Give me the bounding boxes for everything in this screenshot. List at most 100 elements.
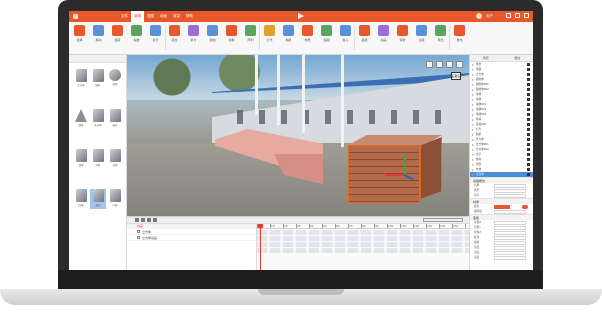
property-input[interactable] — [494, 184, 526, 188]
ribbon-tool-button[interactable]: 选择 — [73, 25, 86, 49]
expand-arrow-icon[interactable] — [472, 158, 474, 161]
asset-item[interactable]: 球体 — [107, 69, 123, 89]
asset-item[interactable]: 板材 — [90, 189, 106, 209]
close-icon[interactable] — [524, 13, 529, 18]
user-area[interactable]: 用户 — [476, 13, 493, 19]
expand-arrow-icon[interactable] — [472, 168, 474, 171]
ribbon-tool-button[interactable]: 材质 — [301, 25, 314, 49]
property-input[interactable] — [494, 251, 526, 255]
ribbon-tool-button[interactable]: 旋转 — [111, 25, 124, 49]
visibility-icon[interactable] — [527, 98, 530, 101]
ribbon-tool-button[interactable]: 复制 — [206, 25, 219, 49]
visibility-icon[interactable] — [527, 73, 530, 76]
expand-arrow-icon[interactable] — [472, 108, 474, 111]
gizmo-y-axis[interactable] — [404, 155, 406, 175]
asset-item[interactable]: 砖墙 — [73, 189, 89, 209]
visibility-icon[interactable] — [527, 173, 530, 176]
timeline-track[interactable] — [257, 236, 469, 241]
playhead[interactable] — [258, 224, 263, 270]
asset-item[interactable]: 墙体 — [73, 149, 89, 169]
next-frame-icon[interactable] — [147, 218, 151, 222]
ribbon-tool-button[interactable]: 阵列 — [244, 25, 257, 49]
menu-tab[interactable]: 动画 — [157, 11, 170, 22]
ribbon-tool-button[interactable]: 粒子 — [339, 25, 352, 49]
asset-item[interactable]: 棱柱 — [107, 109, 123, 129]
visibility-icon[interactable] — [527, 103, 530, 106]
visibility-icon[interactable] — [527, 123, 530, 126]
timeline-tracks[interactable]: 0 10 20 30 40 50 60 70 80 90 100 110 120 130 140 150 — [257, 224, 469, 270]
expand-arrow-icon[interactable] — [472, 68, 474, 71]
property-input[interactable] — [494, 226, 526, 230]
play-timeline-icon[interactable] — [141, 218, 145, 222]
ribbon-tool-button[interactable]: 缩放 — [130, 25, 143, 49]
asset-item[interactable]: 台阶 — [90, 149, 106, 169]
ribbon-tool-button[interactable]: 渲染 — [415, 25, 428, 49]
expand-arrow-icon[interactable] — [472, 93, 474, 96]
avatar[interactable] — [476, 13, 482, 19]
expand-arrow-icon[interactable] — [472, 98, 474, 101]
ribbon-tool-button[interactable]: 对齐 — [149, 25, 162, 49]
expand-arrow-icon[interactable] — [472, 73, 474, 76]
expand-arrow-icon[interactable] — [472, 113, 474, 116]
expand-arrow-icon[interactable] — [472, 173, 474, 176]
play-icon[interactable] — [298, 13, 304, 19]
visibility-icon[interactable] — [527, 63, 530, 66]
property-input[interactable] — [494, 231, 526, 235]
property-input[interactable] — [494, 194, 526, 198]
property-input[interactable] — [494, 241, 526, 245]
expand-arrow-icon[interactable] — [472, 78, 474, 81]
timeline-zoom-slider[interactable] — [423, 218, 463, 222]
move-icon[interactable] — [426, 61, 433, 68]
visibility-icon[interactable] — [527, 153, 530, 156]
visibility-icon[interactable] — [527, 163, 530, 166]
property-input[interactable] — [494, 246, 526, 250]
expand-arrow-icon[interactable] — [472, 138, 474, 141]
property-input[interactable] — [494, 256, 526, 260]
asset-item[interactable]: 立方体 — [73, 69, 89, 89]
menu-tab[interactable]: 帮助 — [183, 11, 196, 22]
timeline-track[interactable] — [257, 230, 469, 235]
asset-item[interactable]: 柱体 — [107, 149, 123, 169]
camera-icon[interactable] — [456, 61, 463, 68]
scene-tree-item[interactable]: 立方体 — [470, 172, 533, 177]
minimize-icon[interactable] — [506, 13, 511, 18]
brick-cube-model[interactable] — [348, 145, 420, 203]
ribbon-tool-button[interactable]: 特效 — [396, 25, 409, 49]
toggle-switch[interactable] — [522, 205, 528, 209]
expand-arrow-icon[interactable] — [472, 143, 474, 146]
timeline-track[interactable] — [257, 248, 469, 253]
expand-arrow-icon[interactable] — [472, 133, 474, 136]
rotate-icon[interactable] — [436, 61, 443, 68]
property-input[interactable] — [494, 210, 526, 214]
visibility-icon[interactable] — [527, 78, 530, 81]
asset-item[interactable]: 圆柱 — [90, 69, 106, 89]
property-input[interactable] — [494, 189, 526, 193]
panel-tab[interactable]: 属性 — [502, 55, 534, 61]
visibility-icon[interactable] — [527, 88, 530, 91]
expand-arrow-icon[interactable] — [472, 153, 474, 156]
visibility-icon[interactable] — [527, 148, 530, 151]
visibility-icon[interactable] — [527, 143, 530, 146]
gizmo-x-axis[interactable] — [385, 174, 405, 176]
ribbon-tool-button[interactable]: 发布 — [453, 25, 466, 49]
visibility-icon[interactable] — [527, 158, 530, 161]
visibility-icon[interactable] — [527, 168, 530, 171]
panel-tab[interactable]: 场景 — [470, 55, 502, 61]
ribbon-tool-button[interactable]: 导出 — [434, 25, 447, 49]
menu-tab[interactable]: 文件 — [118, 11, 131, 22]
property-input[interactable] — [494, 221, 526, 225]
color-swatch[interactable] — [494, 205, 510, 209]
visibility-icon[interactable] — [527, 93, 530, 96]
menu-tab[interactable]: 编辑 — [131, 11, 144, 22]
ribbon-tool-button[interactable]: 路径 — [358, 25, 371, 49]
ribbon-tool-button[interactable]: 动画 — [377, 25, 390, 49]
track-checkbox[interactable] — [137, 230, 140, 233]
visibility-icon[interactable] — [527, 113, 530, 116]
visibility-icon[interactable] — [527, 83, 530, 86]
scale-icon[interactable] — [446, 61, 453, 68]
expand-arrow-icon[interactable] — [472, 163, 474, 166]
ribbon-tool-button[interactable]: 镜像 — [225, 25, 238, 49]
visibility-icon[interactable] — [527, 138, 530, 141]
expand-arrow-icon[interactable] — [472, 63, 474, 66]
expand-arrow-icon[interactable] — [472, 83, 474, 86]
